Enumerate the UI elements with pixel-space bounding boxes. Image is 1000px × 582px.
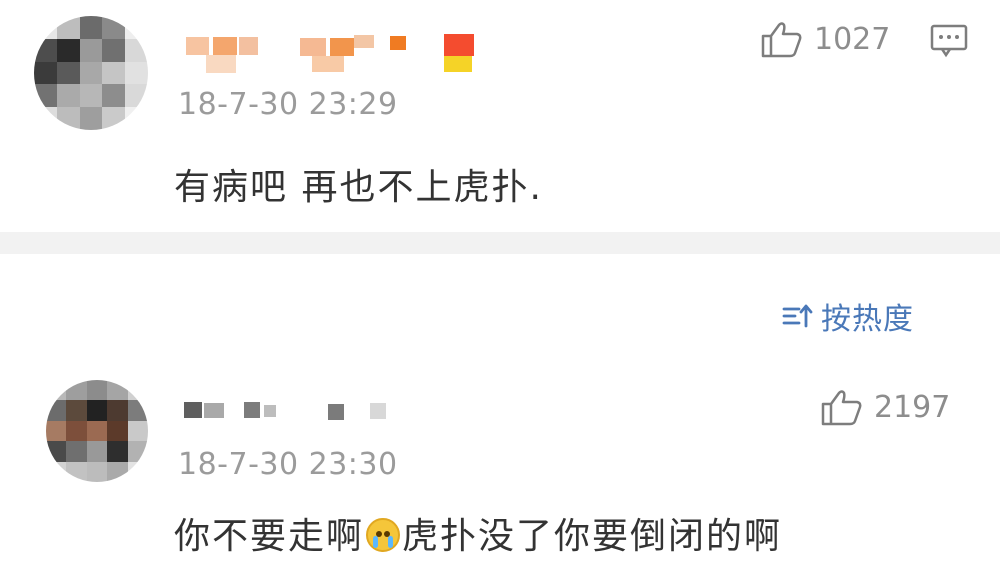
crying-face-emoji [366, 518, 401, 552]
like-count: 1027 [814, 21, 891, 57]
sort-by-hotness[interactable]: 按热度 [781, 294, 914, 338]
comment-text-part-2: 虎扑没了你要倒闭的啊 [402, 516, 783, 557]
comment-time: 18-7-30 23:29 [178, 87, 398, 122]
username-blurred[interactable] [180, 398, 410, 424]
avatar[interactable] [34, 16, 148, 130]
comment-icon[interactable] [930, 24, 968, 58]
thumbs-up-icon [821, 390, 862, 426]
comment-card-2: 18-7-30 23:30 2197 你不要走啊 虎扑没了你要倒闭的啊 [0, 355, 1000, 582]
comment-text: 你不要走啊 虎扑没了你要倒闭的啊 [174, 507, 782, 559]
sort-label: 按热度 [821, 302, 914, 337]
comment-text-part-1: 你不要走啊 [174, 516, 365, 557]
thumbs-up-icon [761, 22, 802, 58]
like-button[interactable]: 1027 [760, 20, 890, 58]
comment-text: 有病吧 再也不上虎扑. [174, 167, 543, 208]
username-blurred[interactable] [180, 30, 480, 74]
separator [0, 232, 1000, 254]
comment-time: 18-7-30 23:30 [178, 447, 398, 482]
sort-icon [782, 304, 813, 328]
comment-card-1: 18-7-30 23:29 1027 有病吧 再也不上虎扑. [0, 0, 1000, 232]
like-count: 2197 [874, 389, 951, 425]
like-button[interactable]: 2197 [820, 388, 950, 426]
avatar[interactable] [46, 380, 148, 482]
